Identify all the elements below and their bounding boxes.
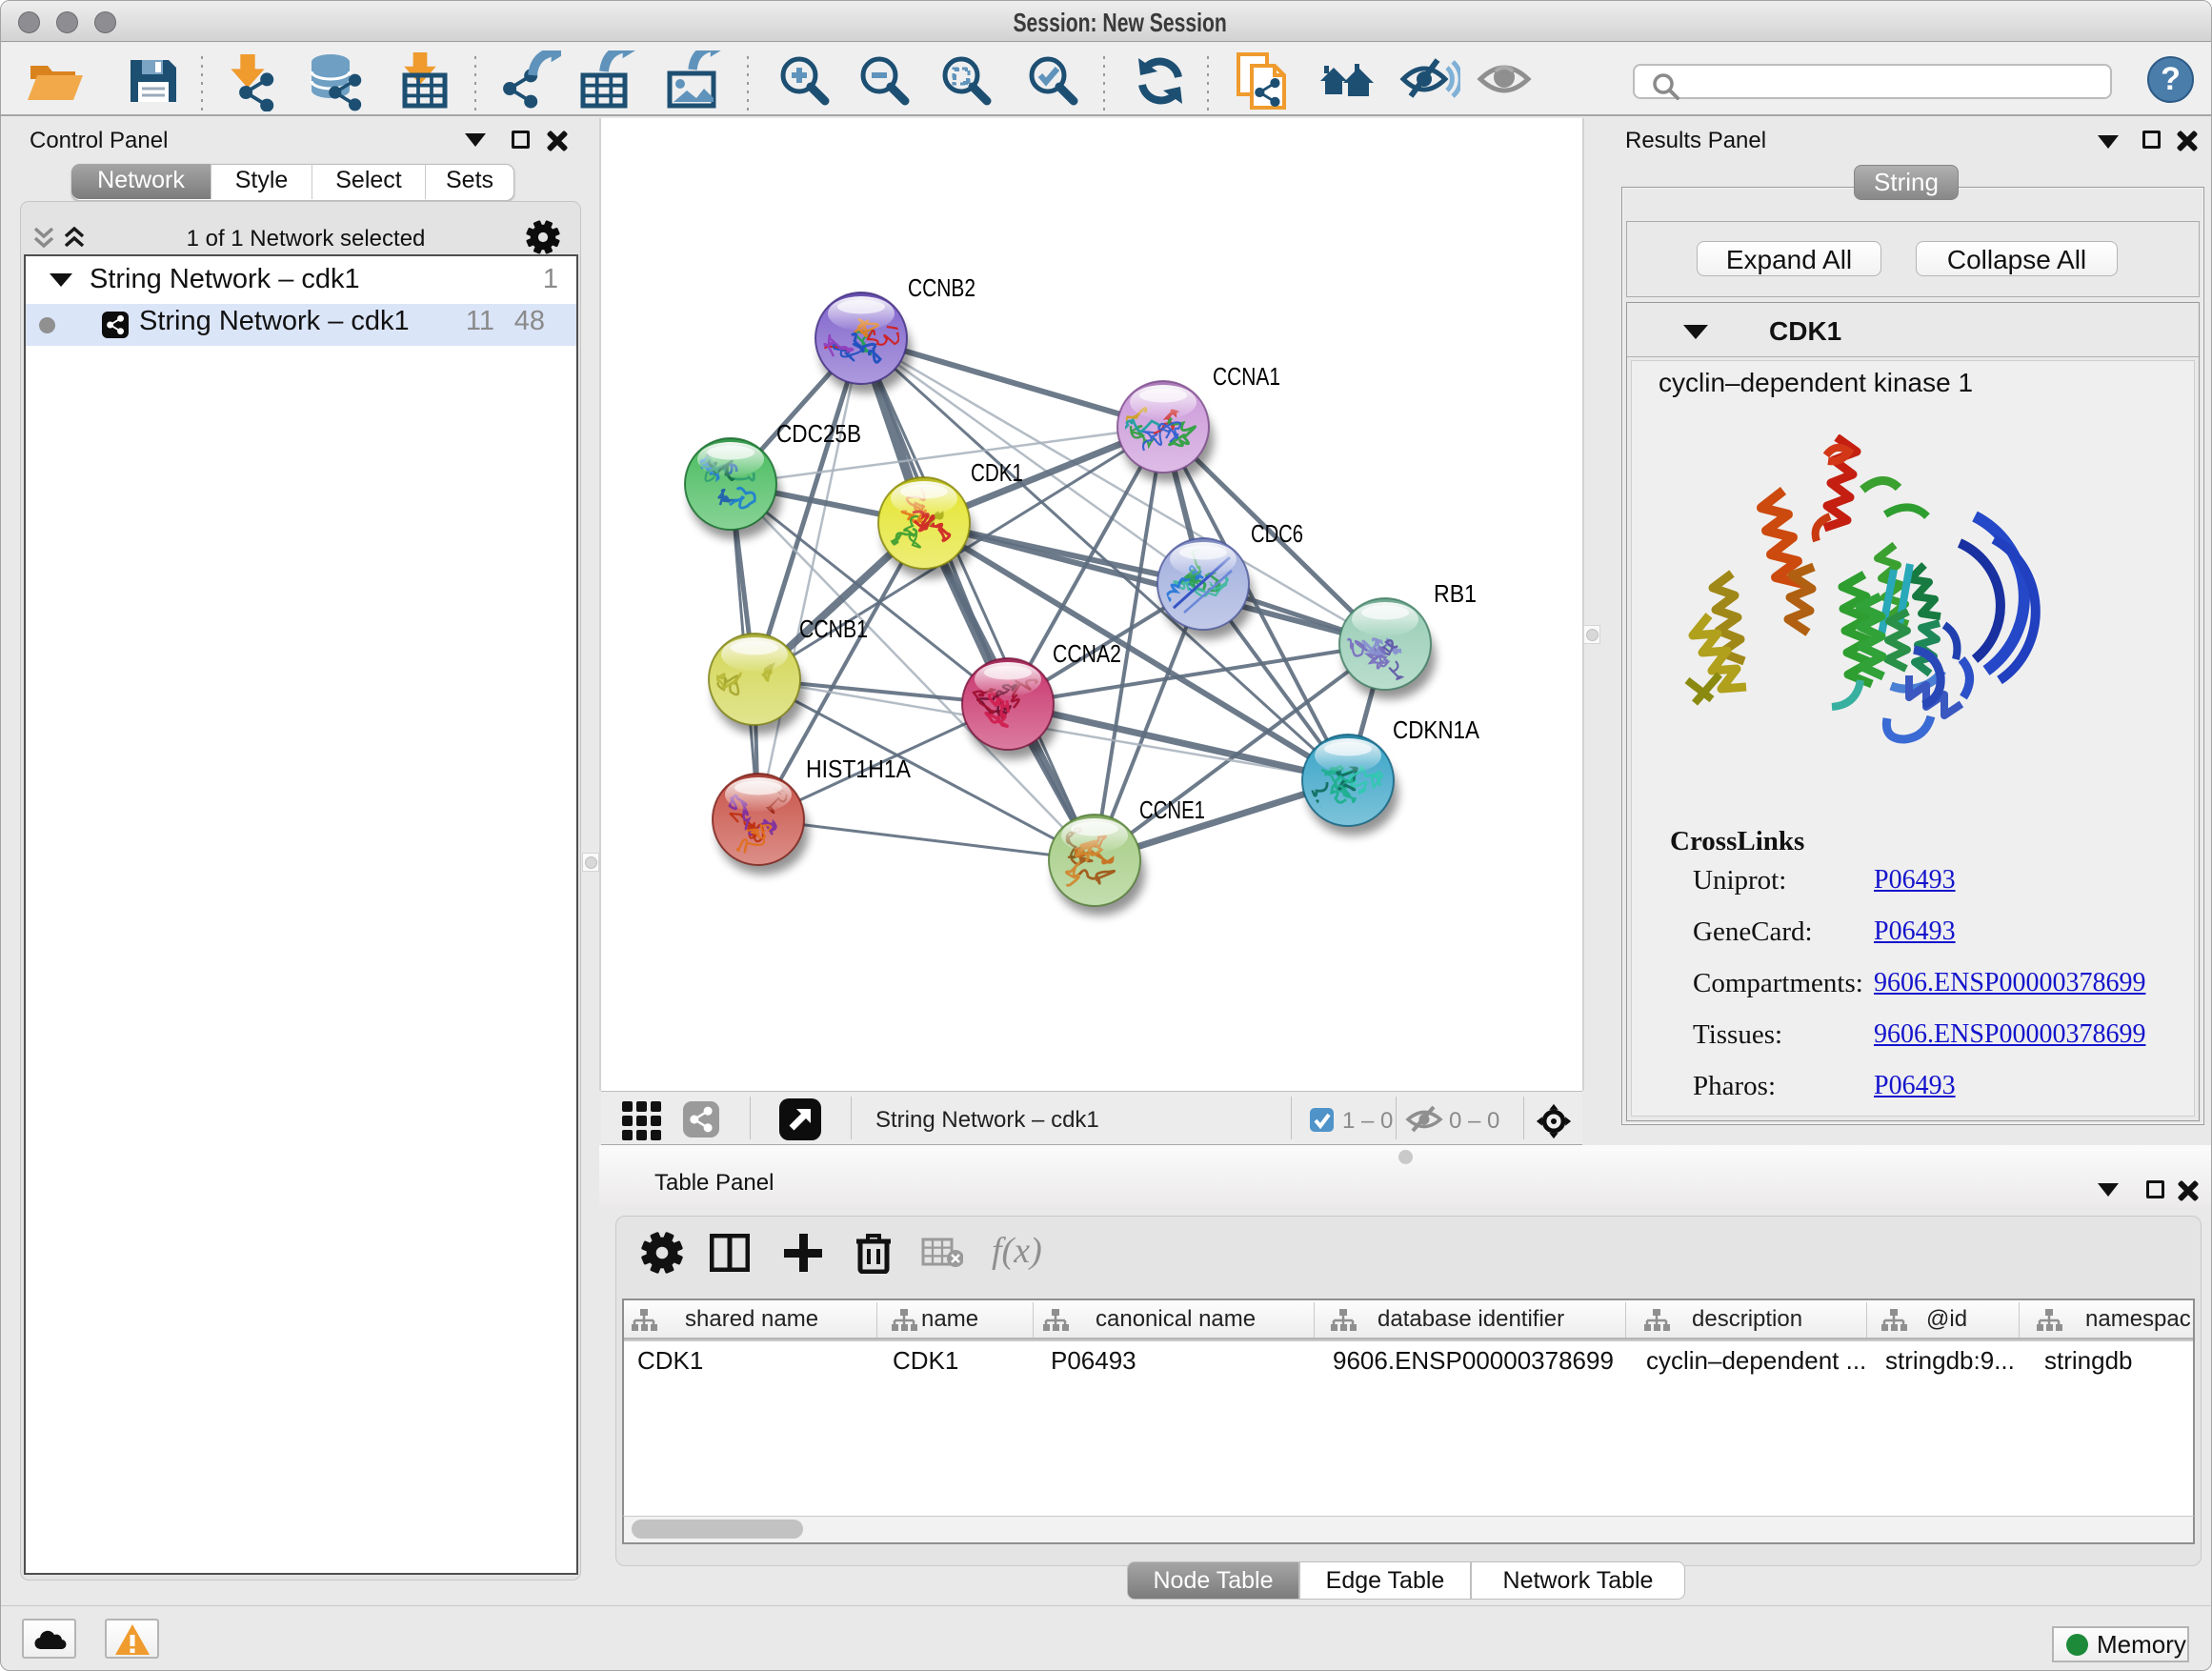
svg-text:CDC25B: CDC25B: [776, 419, 861, 448]
svg-text:RB1: RB1: [1434, 579, 1477, 608]
svg-text:CDK1: CDK1: [971, 458, 1023, 487]
svg-text:CCNA2: CCNA2: [1053, 639, 1121, 668]
svg-text:CCNB1: CCNB1: [799, 614, 868, 643]
svg-text:HIST1H1A: HIST1H1A: [806, 755, 912, 783]
svg-text:CCNE1: CCNE1: [1139, 795, 1205, 824]
svg-text:CDC6: CDC6: [1251, 519, 1303, 548]
svg-text:CDKN1A: CDKN1A: [1393, 715, 1480, 744]
svg-text:CCNB2: CCNB2: [908, 273, 975, 302]
svg-text:CCNA1: CCNA1: [1213, 362, 1280, 391]
